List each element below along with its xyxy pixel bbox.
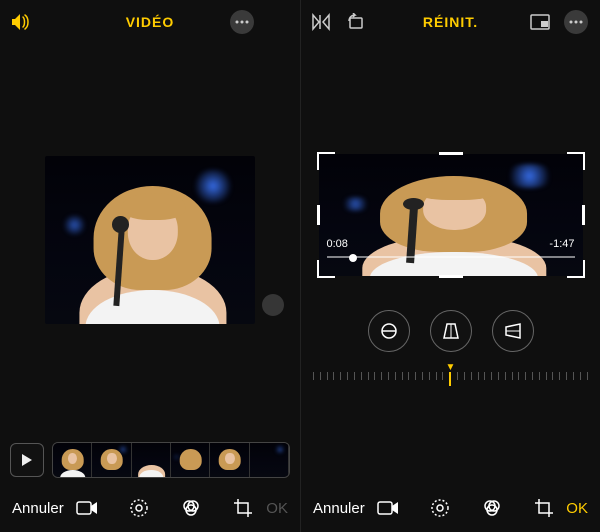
bottom-bar: Annuler OK xyxy=(0,484,300,532)
vertical-perspective-button[interactable] xyxy=(430,310,472,352)
adjust-tab-icon[interactable] xyxy=(429,497,451,519)
ruler-tick xyxy=(429,372,430,380)
ok-button: OK xyxy=(266,500,288,517)
ruler-tick xyxy=(532,372,533,380)
tab-title: VIDÉO xyxy=(70,14,230,30)
trim-timeline[interactable] xyxy=(52,442,290,478)
ruler-tick xyxy=(415,372,416,380)
ruler-tick xyxy=(436,372,437,380)
timeline-row xyxy=(0,436,300,484)
filters-tab-icon[interactable] xyxy=(481,497,503,519)
ruler-tick xyxy=(347,372,348,380)
ruler-tick xyxy=(381,372,382,380)
ruler-tick xyxy=(484,372,485,380)
ruler-tick xyxy=(313,372,314,380)
adjust-tab-icon[interactable] xyxy=(128,497,150,519)
ruler-tick xyxy=(518,372,519,380)
more-icon[interactable] xyxy=(230,10,254,34)
ruler-tick xyxy=(442,372,443,380)
ok-button[interactable]: OK xyxy=(566,500,588,517)
angle-ruler[interactable]: ▼ xyxy=(301,360,600,394)
ruler-tick xyxy=(457,372,458,380)
straighten-button[interactable] xyxy=(368,310,410,352)
scrub-handle[interactable] xyxy=(349,254,357,262)
ruler-tick xyxy=(491,372,492,380)
live-photo-indicator xyxy=(262,294,284,316)
top-bar: RÉINIT. xyxy=(301,0,600,44)
ruler-tick xyxy=(340,372,341,380)
crop-canvas: 0:08 -1:47 ▼ xyxy=(301,44,600,484)
ruler-tick xyxy=(512,372,513,380)
ruler-tick xyxy=(327,372,328,380)
ruler-tick xyxy=(566,372,567,380)
aspect-icon[interactable] xyxy=(530,14,550,30)
video-edit-screen: VIDÉO xyxy=(0,0,300,532)
crop-tab-icon[interactable] xyxy=(533,497,555,519)
filters-tab-icon[interactable] xyxy=(180,497,202,519)
cancel-button[interactable]: Annuler xyxy=(313,500,365,517)
perspective-controls xyxy=(368,310,534,352)
ruler-tick xyxy=(587,372,588,380)
ruler-tick xyxy=(388,372,389,380)
ruler-tick xyxy=(505,372,506,380)
ruler-tick xyxy=(374,372,375,380)
ruler-tick xyxy=(498,372,499,380)
ruler-tick xyxy=(552,372,553,380)
play-button[interactable] xyxy=(10,443,44,477)
horizontal-perspective-button[interactable] xyxy=(492,310,534,352)
flip-icon[interactable] xyxy=(311,13,331,31)
ruler-tick xyxy=(580,372,581,380)
crop-frame[interactable]: 0:08 -1:47 xyxy=(319,154,583,276)
ruler-tick xyxy=(559,372,560,380)
ruler-tick xyxy=(402,372,403,380)
ruler-tick xyxy=(395,372,396,380)
rotate-icon[interactable] xyxy=(345,13,365,31)
ruler-tick xyxy=(449,372,451,386)
ruler-tick xyxy=(573,372,574,380)
ruler-tick xyxy=(368,372,369,380)
ruler-tick xyxy=(333,372,334,380)
crop-edit-screen: RÉINIT. xyxy=(300,0,600,532)
video-frame xyxy=(45,156,255,324)
ruler-tick xyxy=(320,372,321,380)
ruler-tick xyxy=(408,372,409,380)
crop-tab-icon[interactable] xyxy=(232,497,254,519)
ruler-tick xyxy=(464,372,465,380)
ruler-tick xyxy=(525,372,526,380)
ruler-tick xyxy=(539,372,540,380)
time-remaining: -1:47 xyxy=(549,238,574,250)
video-tab-icon[interactable] xyxy=(377,497,399,519)
video-preview[interactable] xyxy=(0,44,300,436)
top-bar: VIDÉO xyxy=(0,0,300,44)
ruler-tick xyxy=(354,372,355,380)
ruler-tick xyxy=(471,372,472,380)
ruler-tick xyxy=(361,372,362,380)
more-icon[interactable] xyxy=(564,10,588,34)
bottom-bar: Annuler OK xyxy=(301,484,600,532)
time-current: 0:08 xyxy=(327,238,348,250)
video-tab-icon[interactable] xyxy=(76,497,98,519)
ruler-tick xyxy=(422,372,423,380)
sound-icon[interactable] xyxy=(10,13,32,31)
reset-button[interactable]: RÉINIT. xyxy=(371,14,530,30)
ruler-tick xyxy=(478,372,479,380)
ruler-tick xyxy=(546,372,547,380)
scrub-bar[interactable] xyxy=(327,256,575,258)
cancel-button[interactable]: Annuler xyxy=(12,500,64,517)
